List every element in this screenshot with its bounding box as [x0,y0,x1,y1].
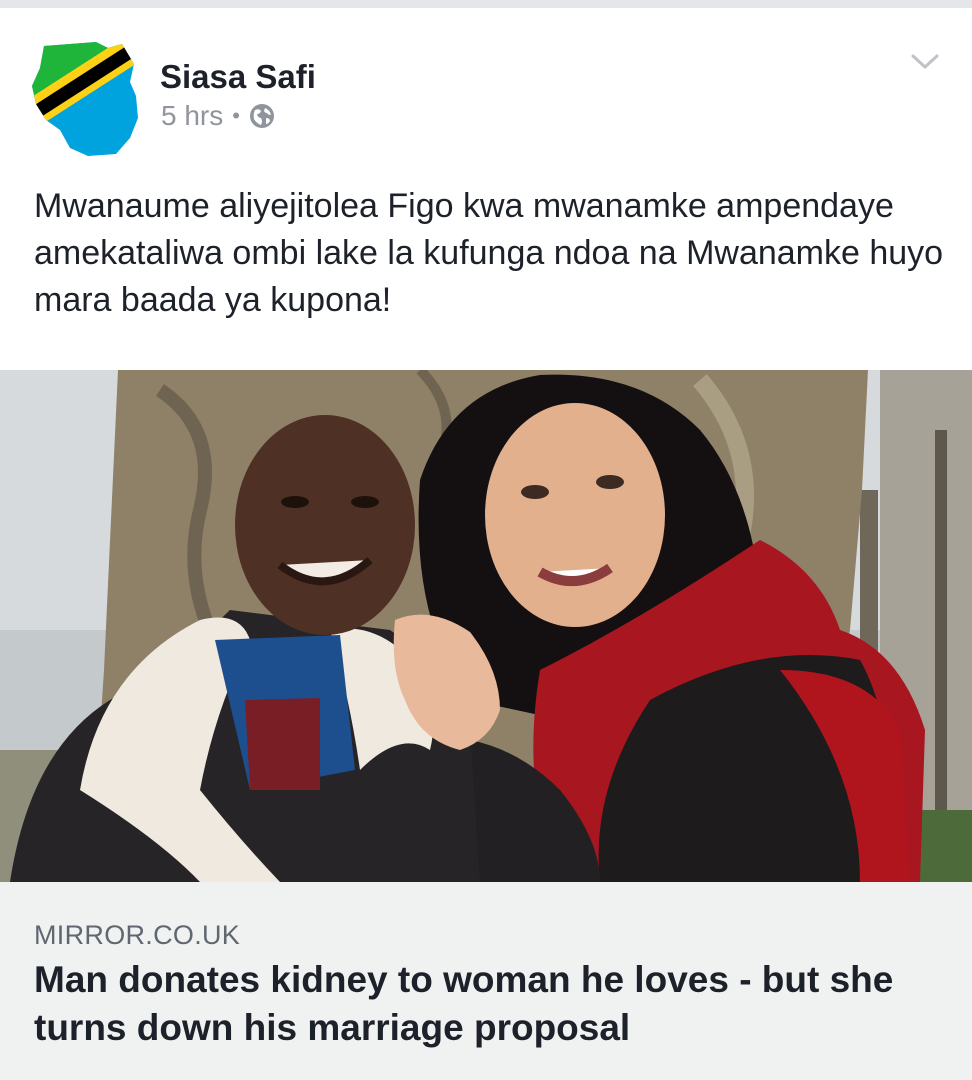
meta-separator: • [232,103,240,128]
link-headline[interactable]: Man donates kidney to woman he loves - b… [34,956,944,1052]
post-header: Siasa Safi 5 hrs • [0,8,972,158]
link-preview-card[interactable]: MIRROR.CO.UK Man donates kidney to woman… [0,370,972,1080]
globe-icon [249,104,274,128]
page-avatar-tanzania-map[interactable] [30,38,142,156]
post-message: Mwanaume aliyejitolea Figo kwa mwanamke … [34,187,944,319]
chevron-down-icon[interactable] [908,46,942,76]
link-domain: MIRROR.CO.UK [34,920,241,950]
page-name[interactable]: Siasa Safi [160,58,316,96]
post-meta: 5 hrs • [161,100,275,132]
article-photo [0,370,972,882]
top-divider [0,0,972,8]
link-caption: MIRROR.CO.UK Man donates kidney to woman… [0,882,972,1080]
post-timestamp[interactable]: 5 hrs [161,100,223,132]
